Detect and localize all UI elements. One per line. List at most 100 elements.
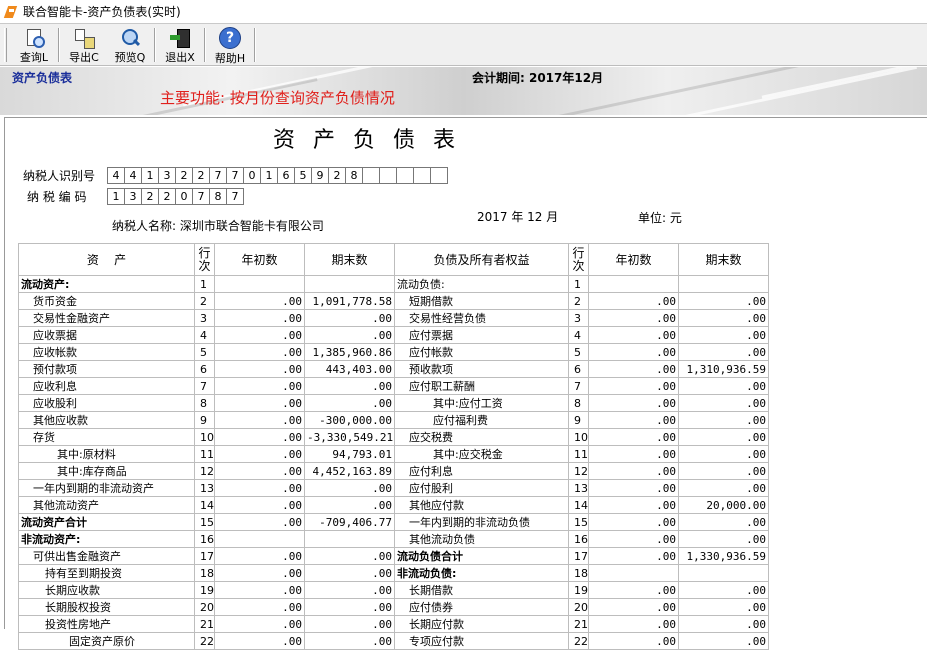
taxpayer-id-cells: 441322770165928 bbox=[107, 167, 448, 184]
liability-begin-cell: .00 bbox=[588, 428, 679, 446]
table-row[interactable]: 持有至到期投资 18.00.00 非流动负债: 18 bbox=[18, 564, 769, 582]
liability-name-cell: 应交税费 bbox=[394, 428, 569, 446]
asset-end-cell: -300,000.00 bbox=[304, 411, 395, 429]
taxpayer-id-digit bbox=[363, 168, 380, 184]
asset-line-cell: 6 bbox=[194, 360, 215, 378]
asset-line-cell: 3 bbox=[194, 309, 215, 327]
asset-line-cell: 18 bbox=[194, 564, 215, 582]
table-row[interactable]: 其中:原材料 11.00 94,793.01 其中:应交税金 11.00.00 bbox=[18, 445, 769, 463]
col-line2-label: 行次 bbox=[572, 245, 585, 273]
table-row[interactable]: 长期应收款 19.00.00 长期借款 19.00.00 bbox=[18, 581, 769, 599]
taxpayer-id-digit: 0 bbox=[244, 168, 261, 184]
table-row[interactable]: 其他流动资产 14.00.00 其他应付款 14.00 20,000.00 bbox=[18, 496, 769, 514]
asset-begin-cell: .00 bbox=[214, 309, 305, 327]
table-row[interactable]: 应收票据 4.00.00 应付票据 4.00.00 bbox=[18, 326, 769, 344]
asset-name-cell: 持有至到期投资 bbox=[18, 564, 195, 582]
tax-code-row: 纳 税 编 码 13220787 bbox=[23, 188, 244, 205]
liability-begin-cell: .00 bbox=[588, 462, 679, 480]
asset-line-cell: 14 bbox=[194, 496, 215, 514]
tax-code-label: 纳 税 编 码 bbox=[27, 190, 87, 204]
table-row[interactable]: 投资性房地产 21.00.00 长期应付款 21.00.00 bbox=[18, 615, 769, 633]
table-row[interactable]: 应收利息 7.00.00 应付职工薪酬 7.00.00 bbox=[18, 377, 769, 395]
liability-begin-cell: .00 bbox=[588, 513, 679, 531]
asset-name-cell: 其他应收款 bbox=[18, 411, 195, 429]
table-row[interactable]: 其中:库存商品 12.00 4,452,163.89 应付利息 12.00.00 bbox=[18, 462, 769, 480]
toolbar-grip[interactable] bbox=[4, 27, 7, 62]
liability-end-cell: .00 bbox=[678, 479, 769, 497]
liability-end-cell bbox=[678, 564, 769, 582]
liability-begin-cell: .00 bbox=[588, 343, 679, 361]
taxpayer-id-digit bbox=[380, 168, 397, 184]
liability-begin-cell: .00 bbox=[588, 394, 679, 412]
table-row[interactable]: 长期股权投资 20.00.00 应付债券 20.00.00 bbox=[18, 598, 769, 616]
asset-end-cell: .00 bbox=[304, 598, 395, 616]
liability-line-cell: 14 bbox=[568, 496, 589, 514]
liability-line-cell: 18 bbox=[568, 564, 589, 582]
taxpayer-id-row: 纳税人识别号 441322770165928 bbox=[23, 167, 448, 184]
table-row[interactable]: 非流动资产: 16 其他流动负债 16.00.00 bbox=[18, 530, 769, 548]
table-row[interactable]: 固定资产原价 22.00.00 专项应付款 22.00.00 bbox=[18, 632, 769, 650]
liability-end-cell: .00 bbox=[678, 411, 769, 429]
asset-begin-cell: .00 bbox=[214, 564, 305, 582]
col-line-label: 行次 bbox=[198, 245, 211, 273]
taxpayer-id-digit: 9 bbox=[312, 168, 329, 184]
asset-name-cell: 应收帐款 bbox=[18, 343, 195, 361]
table-row[interactable]: 流动资产: 1 流动负债: 1 bbox=[18, 275, 769, 293]
exit-button[interactable]: 退出X bbox=[157, 25, 203, 65]
table-row[interactable]: 预付款项 6.00 443,403.00 预收款项 6.00 1,310,936.59 bbox=[18, 360, 769, 378]
liability-line-cell: 15 bbox=[568, 513, 589, 531]
liability-begin-cell: .00 bbox=[588, 479, 679, 497]
col-line2: 行次 bbox=[568, 243, 589, 276]
taxpayer-id-digit: 4 bbox=[108, 168, 125, 184]
liability-begin-cell: .00 bbox=[588, 632, 679, 650]
liability-end-cell: 20,000.00 bbox=[678, 496, 769, 514]
liability-name-cell: 应付福利费 bbox=[394, 411, 569, 429]
liability-name-cell: 应付债券 bbox=[394, 598, 569, 616]
query-button[interactable]: 查询L bbox=[11, 25, 57, 65]
col-end2: 期末数 bbox=[678, 243, 769, 276]
liability-line-cell: 2 bbox=[568, 292, 589, 310]
table-row[interactable]: 存货 10.00 -3,330,549.21 应交税费 10.00.00 bbox=[18, 428, 769, 446]
liability-name-cell: 其中:应交税金 bbox=[394, 445, 569, 463]
help-button[interactable]: ? 帮助H bbox=[207, 25, 253, 65]
liability-line-cell: 1 bbox=[568, 275, 589, 293]
asset-end-cell: -3,330,549.21 bbox=[304, 428, 395, 446]
liability-end-cell: .00 bbox=[678, 530, 769, 548]
table-row[interactable]: 货币资金 2.00 1,091,778.58 短期借款 2.00.00 bbox=[18, 292, 769, 310]
liability-name-cell: 流动负债合计 bbox=[394, 547, 569, 565]
asset-end-cell: .00 bbox=[304, 326, 395, 344]
asset-line-cell: 17 bbox=[194, 547, 215, 565]
col-liabilities: 负债及所有者权益 bbox=[394, 243, 569, 276]
table-row[interactable]: 交易性金融资产 3.00.00 交易性经营负债 3.00.00 bbox=[18, 309, 769, 327]
table-row[interactable]: 其他应收款 9.00 -300,000.00 应付福利费 9.00.00 bbox=[18, 411, 769, 429]
liability-name-cell: 流动负债: bbox=[394, 275, 569, 293]
asset-name-cell: 固定资产原价 bbox=[18, 632, 195, 650]
taxpayer-id-digit: 2 bbox=[193, 168, 210, 184]
asset-name-cell: 可供出售金融资产 bbox=[18, 547, 195, 565]
balance-sheet-table: 资 产 行次 年初数 期末数 负债及所有者权益 行次 年初数 期末数 流动资产:… bbox=[18, 243, 769, 650]
export-button[interactable]: 导出C bbox=[61, 25, 107, 65]
asset-line-cell: 20 bbox=[194, 598, 215, 616]
table-row[interactable]: 应收股利 8.00.00 其中:应付工资 8.00.00 bbox=[18, 394, 769, 412]
asset-end-cell: -709,406.77 bbox=[304, 513, 395, 531]
preview-button[interactable]: 预览Q bbox=[107, 25, 153, 65]
asset-line-cell: 12 bbox=[194, 462, 215, 480]
liability-end-cell: .00 bbox=[678, 581, 769, 599]
asset-name-cell: 应收票据 bbox=[18, 326, 195, 344]
table-row[interactable]: 应收帐款 5.00 1,385,960.86 应付帐款 5.00.00 bbox=[18, 343, 769, 361]
liability-name-cell: 应付职工薪酬 bbox=[394, 377, 569, 395]
table-row[interactable]: 一年内到期的非流动资产 13.00.00 应付股利 13.00.00 bbox=[18, 479, 769, 497]
table-row[interactable]: 流动资产合计 15.00 -709,406.77 一年内到期的非流动负债 15.00.0… bbox=[18, 513, 769, 531]
asset-line-cell: 4 bbox=[194, 326, 215, 344]
asset-line-cell: 9 bbox=[194, 411, 215, 429]
table-row[interactable]: 可供出售金融资产 17.00.00 流动负债合计 17.00 1,330,936.59 bbox=[18, 547, 769, 565]
taxpayer-name: 纳税人名称: 深圳市联合智能卡有限公司 bbox=[112, 219, 324, 233]
asset-end-cell: .00 bbox=[304, 615, 395, 633]
asset-line-cell: 16 bbox=[194, 530, 215, 548]
col-begin2: 年初数 bbox=[588, 243, 679, 276]
liability-line-cell: 9 bbox=[568, 411, 589, 429]
liability-begin-cell: .00 bbox=[588, 377, 679, 395]
taxpayer-id-digit bbox=[431, 168, 448, 184]
liability-begin-cell: .00 bbox=[588, 326, 679, 344]
asset-begin-cell: .00 bbox=[214, 394, 305, 412]
